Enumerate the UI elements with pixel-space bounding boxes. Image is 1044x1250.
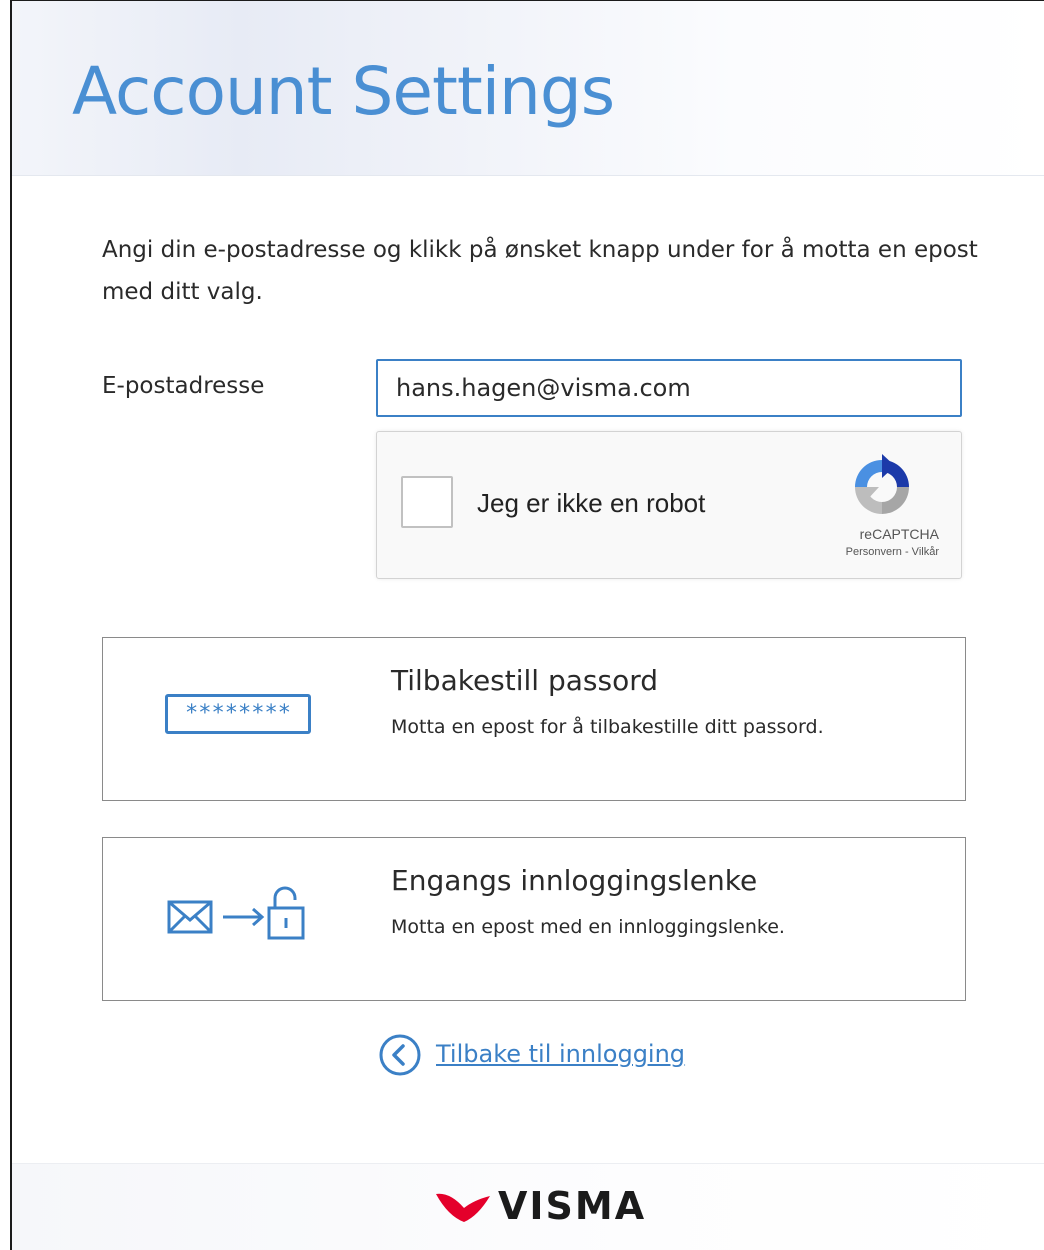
one-time-login-link-option[interactable]: Engangs innloggingslenke Motta en epost … <box>102 837 966 1001</box>
header-banner: Account Settings <box>12 1 1044 176</box>
recaptcha-links[interactable]: Personvern - Vilkår <box>846 546 939 558</box>
recaptcha-brand: reCAPTCHA <box>859 526 939 542</box>
option-description: Motta en epost med en innloggingslenke. <box>391 916 785 938</box>
footer: VISMA <box>12 1163 1044 1250</box>
visma-logo: VISMA <box>434 1184 647 1228</box>
reset-password-option[interactable]: ******** Tilbakestill passord Motta en e… <box>102 637 966 801</box>
password-icon: ******** <box>165 694 311 734</box>
recaptcha-logo-icon <box>855 454 909 514</box>
option-title: Tilbakestill passord <box>391 664 659 697</box>
option-description: Motta en epost for å tilbakestille ditt … <box>391 716 824 738</box>
recaptcha-widget: Jeg er ikke en robot reCAPTCHA Personver… <box>376 431 962 579</box>
instructions-text: Angi din e-postadresse og klikk på ønske… <box>102 237 978 305</box>
recaptcha-label: Jeg er ikke en robot <box>477 488 706 518</box>
visma-mark-icon <box>436 1193 490 1222</box>
page-frame: Account Settings Angi din e-postadresse … <box>10 0 1044 1250</box>
chevron-left-circle-icon[interactable] <box>378 1033 422 1077</box>
option-title: Engangs innloggingslenke <box>391 864 758 897</box>
email-input[interactable] <box>376 359 962 417</box>
mail-to-lock-icon <box>167 886 305 940</box>
page-title: Account Settings <box>72 53 615 130</box>
recaptcha-checkbox[interactable] <box>401 476 453 528</box>
email-label: E-postadresse <box>102 373 265 399</box>
back-to-login-link[interactable]: Tilbake til innlogging <box>436 1040 685 1068</box>
visma-wordmark: VISMA <box>498 1184 647 1228</box>
